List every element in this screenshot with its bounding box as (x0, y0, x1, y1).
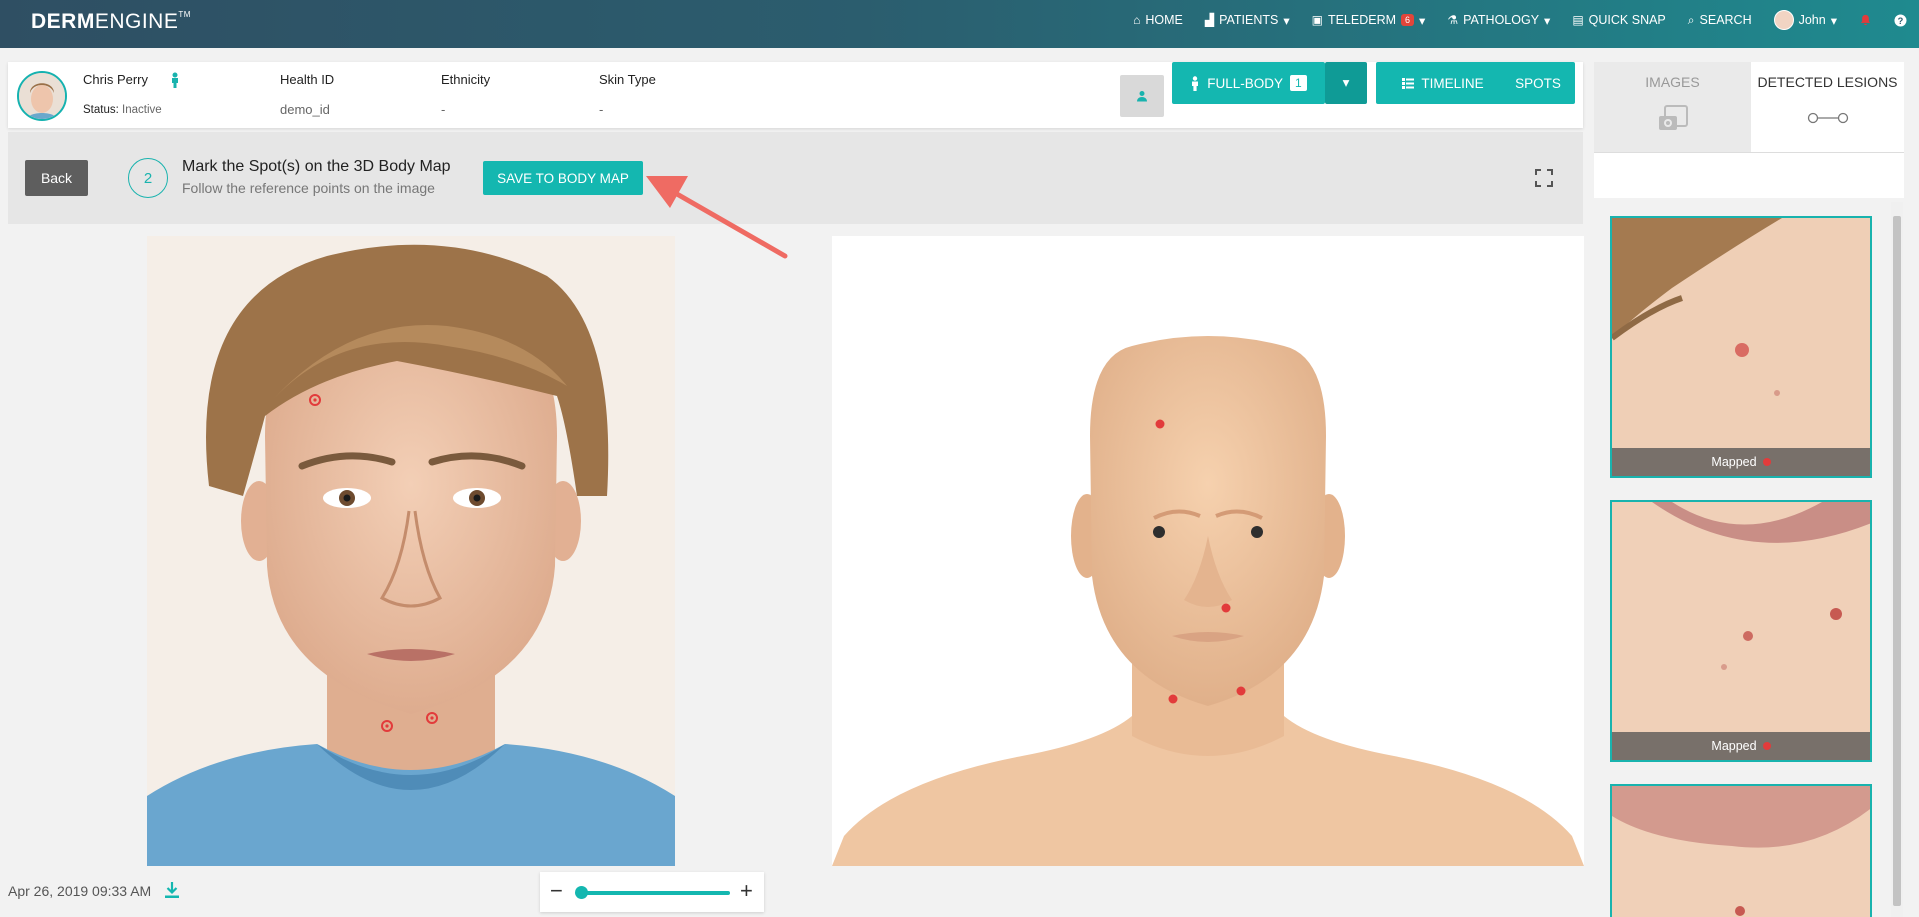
caret-down-icon: ▾ (1419, 13, 1426, 28)
fullscreen-icon[interactable] (1535, 169, 1553, 187)
spots-button[interactable]: SPOTS (1501, 62, 1575, 104)
nav-user-menu[interactable]: John ▾ (1773, 10, 1837, 30)
microscope-icon: ⚗ (1447, 13, 1459, 27)
caret-down-icon: ▾ (1342, 75, 1350, 90)
app-logo[interactable]: DERMENGINETM (31, 10, 191, 34)
zoom-slider-track[interactable] (580, 891, 730, 895)
top-navbar: DERMENGINETM ⌂ HOME ▟ PATIENTS ▾ ▣ TELED… (0, 0, 1919, 48)
nav-telederm[interactable]: ▣ TELEDERM 6 ▾ (1312, 13, 1426, 28)
nav-search[interactable]: ⌕ SEARCH (1688, 13, 1752, 28)
bell-icon (1860, 14, 1871, 25)
caret-down-icon: ▾ (1544, 13, 1551, 28)
lesion-thumbnail[interactable]: Mapped (1610, 500, 1872, 762)
full-body-count: 1 (1290, 75, 1307, 91)
patient-face-photo[interactable] (147, 236, 675, 866)
zoom-out-button[interactable]: − (550, 878, 563, 904)
mapped-indicator-dot (1762, 742, 1771, 750)
image-date: Apr 26, 2019 09:33 AM (8, 883, 152, 899)
timeline-icon (1402, 77, 1415, 89)
lesion-thumbnail[interactable]: Mapped (1610, 216, 1872, 478)
search-icon: ⌕ (1687, 12, 1695, 27)
patients-icon: ▟ (1204, 13, 1215, 27)
notifications-bell[interactable] (1859, 14, 1872, 27)
zoom-slider-handle[interactable] (575, 886, 588, 899)
zoom-in-button[interactable]: + (740, 878, 753, 904)
camera-icon: ▤ (1572, 13, 1584, 27)
back-button[interactable]: Back (25, 160, 88, 196)
health-id-label: Health ID (280, 72, 335, 87)
step-subtitle: Follow the reference points on the image (182, 180, 435, 196)
patient-avatar[interactable] (17, 71, 67, 121)
lesion-list-scrollbar[interactable] (1891, 202, 1903, 917)
skin-type-label: Skin Type (599, 72, 656, 87)
caret-down-icon: ▾ (1283, 13, 1290, 28)
mapped-indicator-dot (1762, 458, 1771, 466)
tab-images[interactable]: IMAGES (1594, 62, 1751, 152)
ethnicity-label: Ethnicity (441, 72, 491, 87)
nav-home[interactable]: ⌂ HOME (1133, 13, 1183, 27)
nav-quick-snap[interactable]: ▤ QUICK SNAP (1572, 13, 1665, 27)
full-body-button[interactable]: FULL-BODY 1 (1172, 62, 1325, 104)
notification-badge: 6 (1401, 14, 1415, 26)
telederm-icon: ▣ (1311, 13, 1323, 27)
body-icon (1192, 75, 1199, 91)
timeline-button[interactable]: TIMELINE (1376, 62, 1510, 104)
person-icon (172, 72, 178, 88)
lesion-thumbnail[interactable] (1610, 784, 1872, 917)
images-icon (1658, 105, 1688, 130)
patient-info-bar: Chris Perry Status: Inactive Health ID d… (8, 62, 1583, 128)
right-panel-subheader (1594, 152, 1904, 198)
tab-detected-lesions[interactable]: DETECTED LESIONS (1751, 62, 1904, 152)
save-to-body-map-button[interactable]: SAVE TO BODY MAP (483, 161, 643, 195)
patient-name: Chris Perry (83, 72, 149, 87)
ethnicity-value: - (441, 102, 446, 117)
svg-text:?: ? (1898, 15, 1904, 25)
patient-profile-button[interactable] (1120, 75, 1164, 117)
full-body-dropdown-toggle[interactable]: ▾ (1325, 62, 1367, 104)
scrollbar-thumb[interactable] (1893, 216, 1901, 906)
help-button[interactable]: ? (1894, 13, 1907, 27)
download-icon[interactable] (164, 881, 180, 899)
mapped-status-bar: Mapped (1612, 732, 1870, 760)
mapped-status-bar: Mapped (1612, 448, 1870, 476)
right-panel-tabs: IMAGES DETECTED LESIONS (1594, 62, 1904, 152)
skin-type-value: - (599, 102, 604, 117)
user-avatar (1773, 10, 1794, 30)
home-icon: ⌂ (1133, 13, 1141, 27)
patient-status: Status: Inactive (83, 104, 162, 116)
3d-body-map[interactable] (832, 236, 1584, 866)
help-icon: ? (1894, 13, 1907, 27)
nav-patients[interactable]: ▟ PATIENTS ▾ (1205, 13, 1290, 28)
user-icon (1137, 91, 1147, 102)
step-number: 2 (128, 158, 168, 198)
health-id-value: demo_id (280, 102, 330, 117)
lesion-link-icon (1807, 112, 1848, 124)
caret-down-icon: ▾ (1830, 13, 1837, 28)
step-title: Mark the Spot(s) on the 3D Body Map (182, 158, 451, 175)
nav-pathology[interactable]: ⚗ PATHOLOGY ▾ (1447, 13, 1550, 28)
zoom-control: − + (540, 872, 764, 912)
